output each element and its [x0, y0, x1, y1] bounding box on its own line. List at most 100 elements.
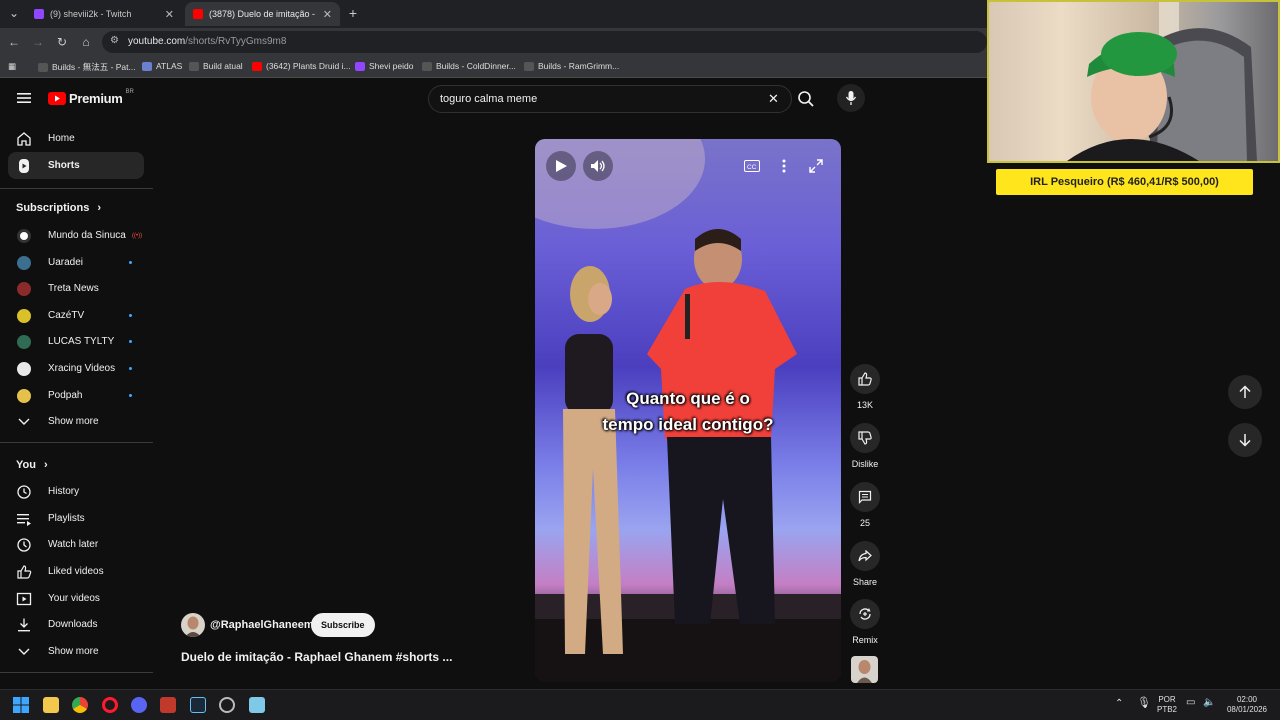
omnibox[interactable]: ⚙ youtube.com/shorts/RvTyyGms9m8 [102, 31, 987, 53]
playlists-icon [16, 511, 32, 527]
windows-taskbar: ⌃ 🎙 POR PTB2 ▭ 🔈 02:00 08/01/2026 [0, 689, 1280, 720]
bookmark-item[interactable]: Shevi peido [355, 61, 413, 71]
close-icon[interactable]: ✕ [165, 8, 174, 21]
like-button[interactable]: 13K [848, 364, 882, 410]
sidebar-item-liked-videos[interactable]: Liked videos [8, 558, 144, 585]
tab-title: (3878) Duelo de imitação - Raphael [209, 9, 317, 19]
comment-count: 25 [859, 518, 870, 528]
sidebar-item-home[interactable]: Home [8, 125, 144, 152]
file-explorer-icon[interactable] [43, 697, 59, 713]
app-icon[interactable] [219, 697, 235, 713]
apps-icon[interactable]: ▦ [8, 61, 16, 72]
site-info-icon[interactable]: ⚙ [110, 35, 119, 46]
steam-icon[interactable] [190, 697, 206, 713]
sidebar-item-downloads[interactable]: Downloads [8, 611, 144, 638]
subscriptions-header[interactable]: Subscriptions › [16, 202, 101, 214]
channel-name[interactable]: @RaphaelGhaneem [210, 619, 314, 631]
microphone-icon[interactable]: 🎙 [1137, 698, 1151, 709]
subscribe-button[interactable]: Subscribe [311, 613, 375, 637]
menu-icon[interactable] [16, 90, 32, 106]
tab-search-icon[interactable]: ⌄ [6, 5, 22, 21]
next-short-button[interactable] [1228, 423, 1262, 457]
sidebar-item-subscription[interactable]: CazéTV [8, 302, 144, 329]
youtube-logo-icon [48, 92, 66, 105]
bookmark-item[interactable]: Builds - 無法五 - Pat... [38, 61, 136, 73]
more-options-icon[interactable] [769, 151, 799, 181]
sidebar-item-subscription[interactable]: Xracing Videos [8, 355, 144, 382]
clear-search-icon[interactable]: ✕ [768, 91, 779, 107]
bookmark-item[interactable]: Build atual [189, 61, 243, 71]
new-content-dot [129, 340, 132, 343]
reload-icon[interactable]: ↻ [54, 34, 70, 50]
tab-title: (9) sheviii2k - Twitch [50, 9, 132, 19]
sidebar-show-more[interactable]: Show more [8, 638, 144, 665]
remix-icon [850, 599, 880, 629]
windows-start-icon[interactable] [13, 697, 29, 713]
sidebar-item-subscription[interactable]: Uaradei [8, 249, 144, 276]
streamer-webcam [987, 0, 1280, 163]
comments-button[interactable]: 25 [848, 482, 882, 528]
discord-icon[interactable] [131, 697, 147, 713]
search-icon[interactable] [797, 90, 815, 108]
webcam-image [1067, 2, 1257, 161]
bookmark-item[interactable]: (3642) Plants Druid i... [252, 61, 351, 71]
sidebar-item-subscription[interactable]: Treta News [8, 275, 144, 302]
search-box[interactable]: toguro calma meme ✕ [428, 85, 792, 113]
speaker-icon[interactable]: 🔈 [1203, 698, 1215, 708]
share-icon [850, 541, 880, 571]
volume-icon[interactable] [583, 151, 613, 181]
tab-twitch[interactable]: (9) sheviii2k - Twitch ✕ [26, 2, 182, 26]
clock[interactable]: 02:00 08/01/2026 [1224, 695, 1270, 715]
sidebar-item-watch-later[interactable]: Watch later [8, 531, 144, 558]
sidebar-item-history[interactable]: History [8, 478, 144, 505]
chevron-up-icon[interactable]: ⌃ [1115, 699, 1123, 709]
home-icon[interactable]: ⌂ [78, 34, 94, 50]
bookmark-item[interactable]: Builds - ColdDinner... [422, 61, 516, 71]
forward-icon[interactable]: → [30, 34, 46, 50]
back-icon[interactable]: ← [6, 34, 22, 50]
channel-avatar[interactable] [181, 613, 205, 637]
play-icon[interactable] [546, 151, 576, 181]
captions-icon[interactable]: CC [737, 151, 767, 181]
chevron-down-icon [16, 414, 32, 430]
previous-short-button[interactable] [1228, 375, 1262, 409]
dislike-button[interactable]: Dislike [848, 423, 882, 469]
bookmark-item[interactable]: ATLAS [142, 61, 182, 71]
language-indicator[interactable]: POR PTB2 [1157, 695, 1177, 715]
close-icon[interactable]: ✕ [323, 8, 332, 21]
your-videos-icon [16, 591, 32, 607]
sidebar-show-more[interactable]: Show more [8, 408, 144, 435]
short-video-player[interactable]: CC Quanto que é o tempo ideal contigo? [535, 139, 841, 682]
tab-youtube[interactable]: (3878) Duelo de imitação - Raphael ✕ [185, 2, 340, 26]
share-button[interactable]: Share [848, 541, 882, 587]
sidebar-item-shorts[interactable]: Shorts [8, 152, 144, 179]
bookmark-icon [189, 61, 199, 71]
fullscreen-icon[interactable] [801, 151, 831, 181]
voice-search-icon[interactable] [837, 84, 865, 112]
sidebar-item-subscription[interactable]: Mundo da Sinuca ((•)) [8, 222, 144, 249]
network-icon[interactable]: ▭ [1186, 698, 1195, 708]
search-input[interactable]: toguro calma meme [440, 93, 537, 105]
sound-thumbnail[interactable] [851, 656, 878, 683]
video-title[interactable]: Duelo de imitação - Raphael Ghanem #shor… [181, 650, 452, 664]
opera-icon[interactable] [102, 697, 118, 713]
sidebar-item-subscription[interactable]: LUCAS TYLTY [8, 328, 144, 355]
new-tab-icon[interactable]: + [345, 5, 361, 21]
comment-icon [850, 482, 880, 512]
avatar [17, 228, 31, 243]
chrome-icon[interactable] [72, 697, 88, 713]
bookmark-item[interactable]: Builds - RamGrimm... [524, 61, 619, 71]
sidebar-item-subscription[interactable]: Podpah [8, 382, 144, 409]
sidebar-item-your-videos[interactable]: Your videos [8, 585, 144, 612]
svg-text:CC: CC [747, 164, 757, 171]
thumbs-up-icon [850, 364, 880, 394]
new-content-dot [129, 314, 132, 317]
sidebar-item-playlists[interactable]: Playlists [8, 505, 144, 532]
notepad-icon[interactable] [249, 697, 265, 713]
avatar [17, 308, 31, 323]
watch-later-icon [16, 537, 32, 553]
remix-button[interactable]: Remix [848, 599, 882, 645]
you-header[interactable]: You › [16, 459, 48, 471]
app-icon[interactable] [160, 697, 176, 713]
youtube-premium-logo[interactable]: Premium BR [48, 89, 134, 106]
